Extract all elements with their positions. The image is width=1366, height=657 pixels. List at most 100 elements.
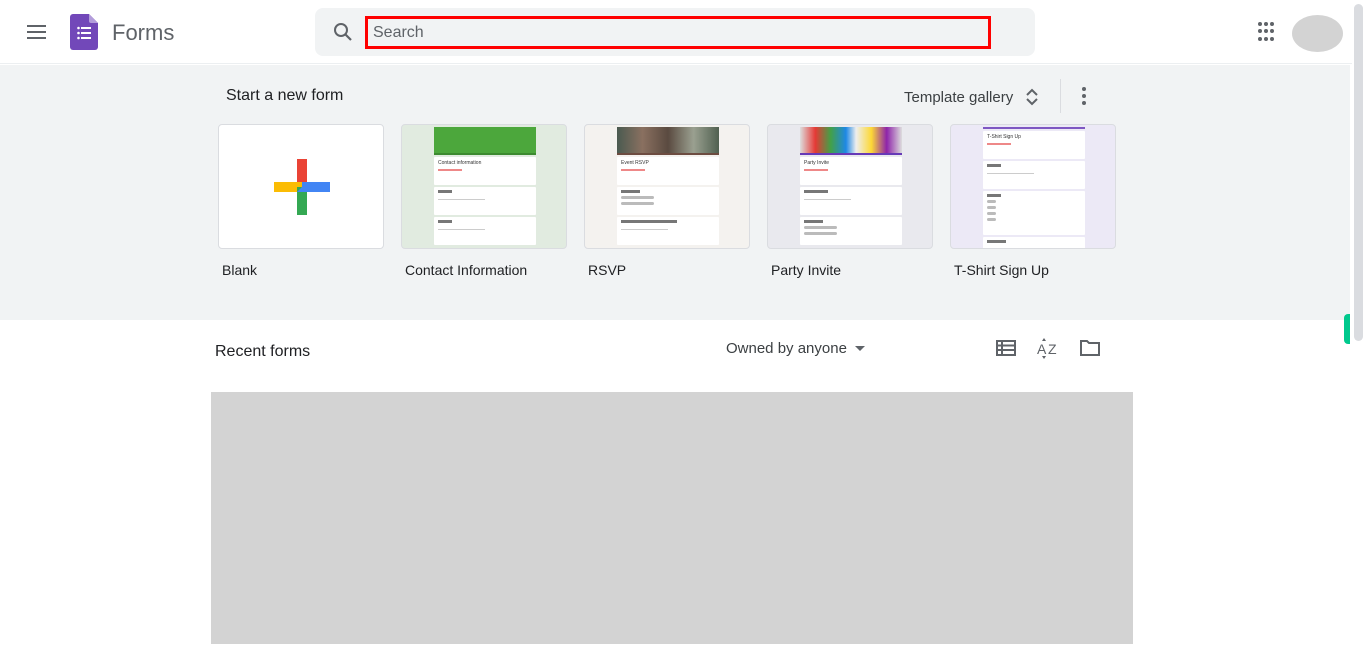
google-forms-logo-icon[interactable] bbox=[70, 14, 98, 50]
preview-required bbox=[804, 169, 828, 171]
apps-grid-dot bbox=[1258, 36, 1262, 41]
preview-accent-bar bbox=[800, 153, 902, 155]
scrollbar-thumb[interactable] bbox=[1354, 4, 1363, 341]
apps-grid-dot bbox=[1264, 36, 1268, 41]
preview-question bbox=[438, 220, 453, 223]
preview-option bbox=[987, 206, 997, 209]
preview-answer-line bbox=[438, 199, 485, 200]
preview-question bbox=[987, 164, 1002, 167]
template-thumbnail[interactable]: T-Shirt Sign Up bbox=[950, 124, 1116, 249]
form-preview: Contact information bbox=[434, 127, 536, 248]
form-preview: Event RSVP bbox=[617, 127, 719, 248]
preview-answer-line bbox=[987, 173, 1034, 174]
template-blank[interactable]: Blank bbox=[218, 124, 384, 278]
dropdown-arrow-icon bbox=[854, 346, 865, 351]
preview-question bbox=[621, 220, 678, 223]
top-app-bar: Forms bbox=[0, 0, 1366, 64]
unfold-more-icon bbox=[1026, 88, 1038, 106]
preview-title: Event RSVP bbox=[621, 160, 649, 166]
preview-banner bbox=[800, 127, 902, 153]
preview-required bbox=[438, 169, 462, 171]
template-thumbnail[interactable]: Contact information bbox=[401, 124, 567, 249]
account-avatar[interactable] bbox=[1292, 15, 1343, 52]
recent-forms-title: Recent forms bbox=[215, 343, 311, 360]
more-options-button[interactable] bbox=[1074, 84, 1094, 108]
hamburger-menu-icon bbox=[26, 25, 46, 27]
preview-answer-line bbox=[621, 229, 668, 230]
colorful-plus-icon bbox=[274, 159, 330, 215]
apps-grid-dot bbox=[1270, 29, 1274, 34]
svg-text:Z: Z bbox=[1048, 341, 1057, 357]
hamburger-menu-icon-line bbox=[26, 31, 46, 33]
template-party-invite[interactable]: Party Invite Party Invite bbox=[767, 124, 933, 278]
preview-answer-line bbox=[438, 229, 485, 230]
preview-card: Event RSVP bbox=[617, 157, 719, 185]
preview-title: T-Shirt Sign Up bbox=[987, 134, 1021, 140]
preview-question bbox=[987, 240, 1006, 243]
main-menu-button[interactable] bbox=[18, 14, 54, 50]
preview-required bbox=[987, 143, 1011, 145]
folder-icon[interactable] bbox=[1078, 336, 1102, 360]
more-vert-dot bbox=[1082, 94, 1086, 98]
more-vert-icon bbox=[1082, 87, 1086, 91]
preview-card bbox=[983, 237, 1085, 248]
preview-card bbox=[983, 161, 1085, 189]
template-gallery-button[interactable]: Template gallery bbox=[904, 87, 1039, 107]
preview-banner bbox=[617, 127, 719, 153]
preview-option bbox=[987, 212, 997, 215]
preview-required bbox=[621, 169, 645, 171]
recent-forms-list-placeholder bbox=[211, 392, 1133, 644]
preview-card bbox=[617, 187, 719, 215]
preview-card bbox=[983, 191, 1085, 235]
apps-grid-dot bbox=[1270, 22, 1274, 26]
template-thumbnail[interactable]: Event RSVP bbox=[584, 124, 750, 249]
preview-title: Contact information bbox=[438, 160, 482, 166]
form-preview: T-Shirt Sign Up bbox=[983, 127, 1085, 248]
google-apps-button[interactable] bbox=[1256, 20, 1280, 44]
template-section: Start a new form Template gallery Blank bbox=[0, 65, 1350, 320]
section-title: Start a new form bbox=[226, 87, 344, 104]
preview-accent-bar bbox=[617, 153, 719, 155]
search-input[interactable] bbox=[365, 16, 991, 49]
list-view-icon[interactable] bbox=[994, 336, 1018, 360]
preview-card: Contact information bbox=[434, 157, 536, 185]
template-t-shirt-sign-up[interactable]: T-Shirt Sign Up T-Shirt Sign Up bbox=[950, 124, 1116, 278]
apps-grid-dot bbox=[1258, 29, 1262, 34]
side-panel-tab[interactable] bbox=[1344, 314, 1350, 344]
template-label: Blank bbox=[222, 262, 258, 278]
preview-card: Party Invite bbox=[800, 157, 902, 185]
preview-accent-bar bbox=[983, 127, 1085, 129]
app-title[interactable]: Forms bbox=[112, 20, 174, 46]
template-label: Contact Information bbox=[405, 262, 528, 278]
preview-question bbox=[438, 190, 453, 193]
page-scrollbar[interactable] bbox=[1352, 0, 1366, 657]
preview-card: T-Shirt Sign Up bbox=[983, 131, 1085, 159]
preview-option bbox=[804, 226, 837, 229]
preview-option bbox=[621, 196, 654, 199]
preview-title: Party Invite bbox=[804, 160, 830, 166]
sort-az-icon[interactable]: A Z bbox=[1036, 336, 1060, 360]
preview-option bbox=[987, 218, 997, 221]
preview-answer-line bbox=[804, 199, 851, 200]
preview-option bbox=[621, 202, 654, 205]
template-gallery-label: Template gallery bbox=[904, 88, 1014, 106]
apps-grid-dot bbox=[1270, 36, 1274, 41]
template-rsvp[interactable]: Event RSVP RSVP bbox=[584, 124, 750, 278]
search-icon[interactable] bbox=[331, 20, 355, 44]
owner-filter-dropdown[interactable]: Owned by anyone bbox=[726, 340, 865, 357]
template-label: Party Invite bbox=[771, 262, 842, 278]
template-thumbnail[interactable]: Party Invite bbox=[767, 124, 933, 249]
template-thumbnail[interactable] bbox=[218, 124, 384, 249]
preview-banner bbox=[434, 127, 536, 153]
template-contact-information[interactable]: Contact information Contact Information bbox=[401, 124, 567, 278]
preview-question bbox=[987, 194, 1002, 197]
preview-card bbox=[617, 217, 719, 245]
more-vert-dot bbox=[1082, 101, 1086, 105]
preview-card bbox=[434, 187, 536, 215]
template-label: T-Shirt Sign Up bbox=[954, 262, 1049, 278]
preview-accent-bar bbox=[434, 153, 536, 155]
preview-card bbox=[800, 187, 902, 215]
template-label: RSVP bbox=[588, 262, 627, 278]
svg-text:A: A bbox=[1037, 341, 1047, 357]
preview-option bbox=[987, 200, 997, 203]
